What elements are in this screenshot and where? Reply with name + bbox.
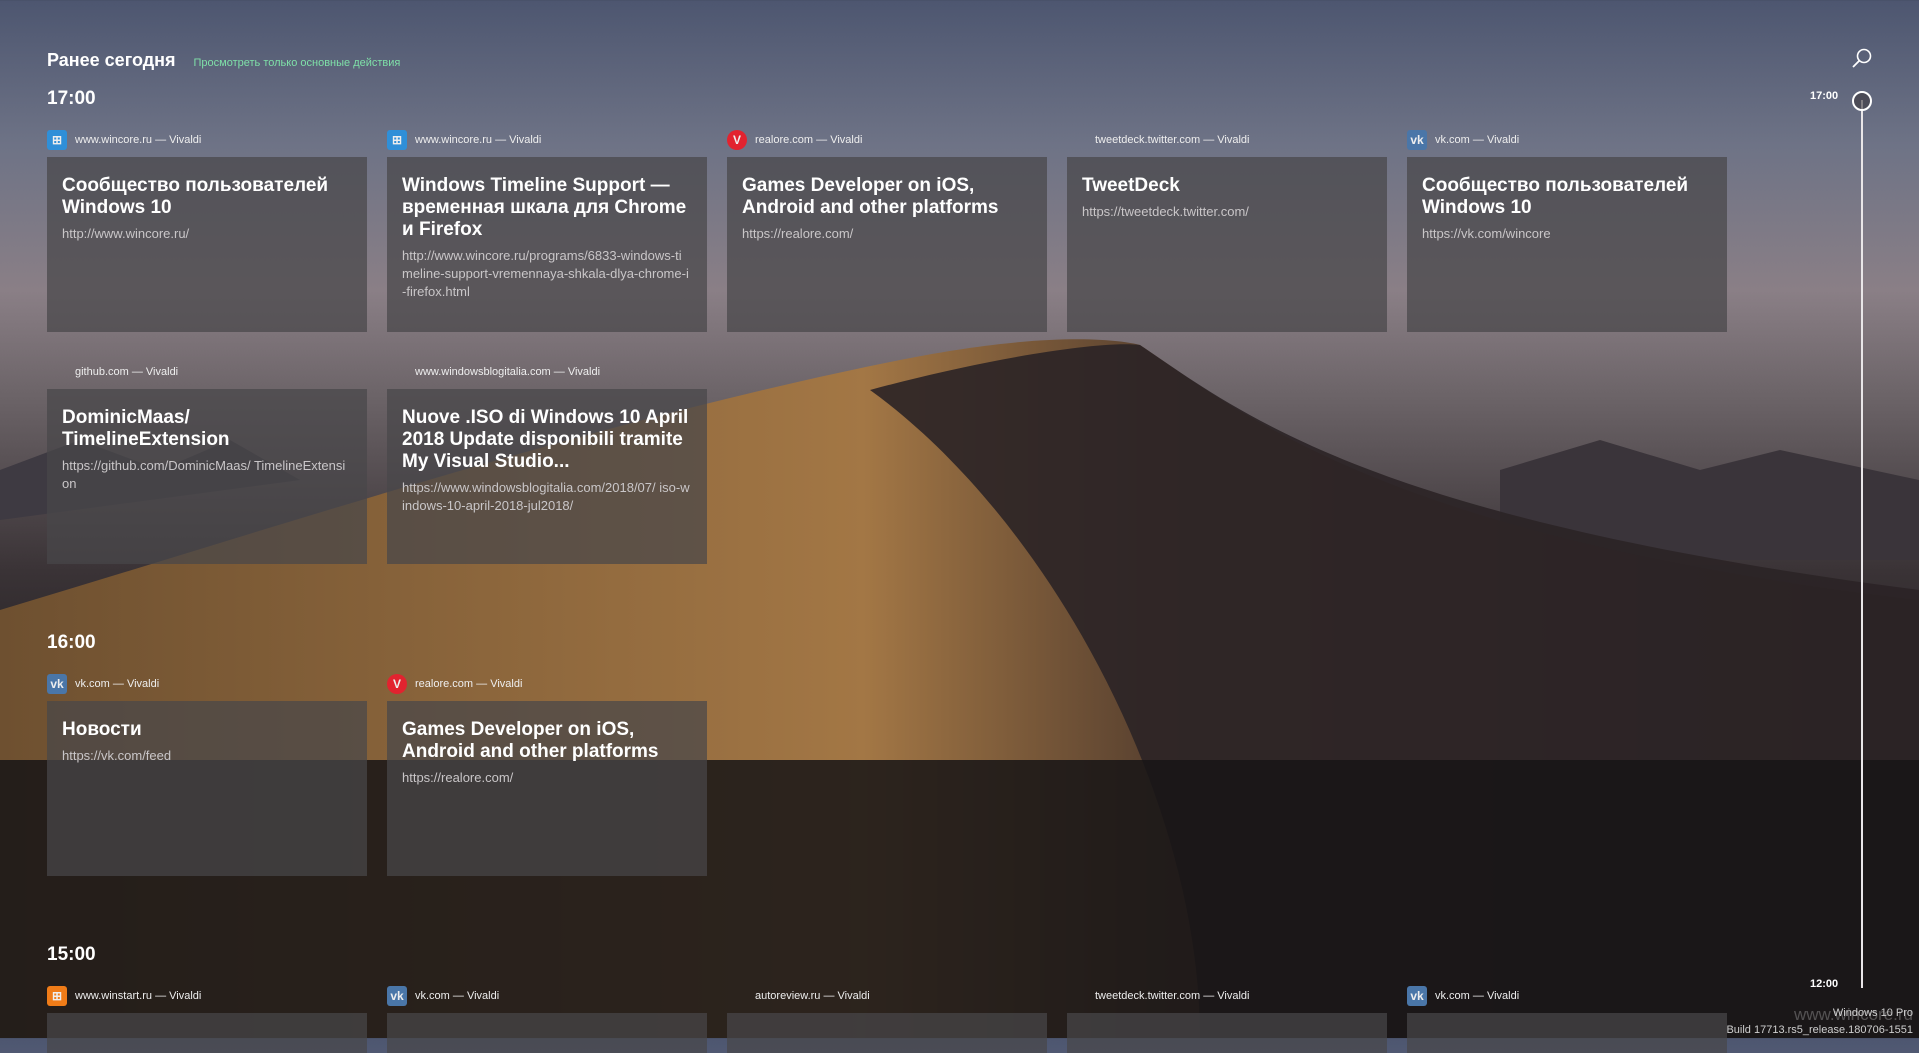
card-source: www.wincore.ru — Vivaldi: [415, 134, 542, 146]
activity-card-9[interactable]: V realore.com — Vivaldi Games Developer …: [387, 672, 707, 876]
vk-icon: vk: [387, 986, 407, 1006]
card-body[interactable]: TweetDeck https://tweetdeck.twitter.com/: [1067, 157, 1387, 332]
blank-icon: [387, 362, 407, 382]
section-time-17: 17:00: [47, 88, 96, 109]
card-body[interactable]: [47, 1013, 367, 1053]
page-title: Ранее сегодня: [47, 50, 176, 70]
activity-card-1[interactable]: ⊞ www.wincore.ru — Vivaldi Сообщество по…: [47, 128, 367, 332]
card-title: Сообщество пользователей Windows 10: [62, 175, 329, 218]
vk-icon: vk: [1407, 986, 1427, 1006]
card-url: https://realore.com/: [742, 226, 854, 241]
activity-card-5[interactable]: vk vk.com — Vivaldi Сообщество пользоват…: [1407, 128, 1727, 332]
card-body[interactable]: Новости https://vk.com/feed: [47, 701, 367, 876]
activity-card-4[interactable]: tweetdeck.twitter.com — Vivaldi TweetDec…: [1067, 128, 1387, 332]
card-source: github.com — Vivaldi: [75, 366, 179, 378]
activity-card-14[interactable]: vk vk.com — Vivaldi: [1407, 984, 1727, 1053]
timeline-knob[interactable]: [1852, 91, 1872, 111]
card-source: tweetdeck.twitter.com — Vivaldi: [1095, 134, 1250, 146]
card-body[interactable]: Windows Timeline Support — временная шка…: [387, 157, 707, 332]
card-source: www.windowsblogitalia.com — Vivaldi: [415, 366, 601, 378]
card-title: Nuove .ISO di Windows 10 April 2018 Upda…: [402, 407, 689, 472]
card-url: https://tweetdeck.twitter.com/: [1082, 204, 1249, 219]
vk-icon: vk: [1407, 130, 1427, 150]
card-body[interactable]: Сообщество пользователей Windows 10 http…: [47, 157, 367, 332]
activity-card-3[interactable]: V realore.com — Vivaldi Games Developer …: [727, 128, 1047, 332]
card-body[interactable]: Games Developer on iOS, Android and othe…: [727, 157, 1047, 332]
timeline-scrollbar[interactable]: [1861, 100, 1863, 988]
activity-card-2[interactable]: ⊞ www.wincore.ru — Vivaldi Windows Timel…: [387, 128, 707, 332]
card-body[interactable]: [727, 1013, 1047, 1053]
card-source: www.winstart.ru — Vivaldi: [75, 990, 202, 1002]
blank-icon: [1067, 130, 1087, 150]
card-url: https://vk.com/feed: [62, 748, 172, 763]
card-url: http://www.wincore.ru/: [62, 226, 190, 241]
activity-card-11[interactable]: vk vk.com — Vivaldi: [387, 984, 707, 1053]
card-url: https://github.com/DominicMaas/ Timeline…: [62, 458, 346, 491]
vivaldi-icon: V: [387, 674, 407, 694]
vivaldi-icon: V: [727, 130, 747, 150]
blank-icon: [727, 986, 747, 1006]
card-source: tweetdeck.twitter.com — Vivaldi: [1095, 990, 1250, 1002]
card-body[interactable]: Games Developer on iOS, Android and othe…: [387, 701, 707, 876]
card-body[interactable]: [387, 1013, 707, 1053]
windows-grid-icon: ⊞: [47, 130, 67, 150]
search-icon[interactable]: [1851, 47, 1873, 69]
card-source: realore.com — Vivaldi: [755, 134, 863, 146]
card-title: Сообщество пользователей Windows 10: [1422, 175, 1689, 218]
card-body[interactable]: [1407, 1013, 1727, 1053]
card-title: Новости: [62, 719, 142, 740]
winstart-icon: ⊞: [47, 986, 67, 1006]
activity-card-10[interactable]: ⊞ www.winstart.ru — Vivaldi: [47, 984, 367, 1053]
card-url: https://www.windowsblogitalia.com/2018/0…: [402, 480, 690, 513]
windows-edition: Windows 10 Pro: [1832, 1007, 1913, 1019]
card-title: TweetDeck: [1082, 175, 1180, 196]
section-time-15: 15:00: [47, 944, 96, 965]
windows-build: Build 17713.rs5_release.180706-1551: [1726, 1024, 1913, 1036]
card-source: autoreview.ru — Vivaldi: [755, 990, 870, 1002]
vk-icon: vk: [47, 674, 67, 694]
blank-icon: [47, 362, 67, 382]
card-title: Games Developer on iOS, Android and othe…: [402, 719, 659, 762]
card-title: Games Developer on iOS, Android and othe…: [742, 175, 999, 218]
card-title: DominicMaas/ TimelineExtension: [62, 407, 230, 450]
card-body[interactable]: [1067, 1013, 1387, 1053]
card-source: realore.com — Vivaldi: [415, 678, 523, 690]
card-source: vk.com — Vivaldi: [75, 678, 160, 690]
activity-card-13[interactable]: tweetdeck.twitter.com — Vivaldi: [1067, 984, 1387, 1053]
card-title: Windows Timeline Support — временная шка…: [402, 175, 687, 240]
show-main-activities-link[interactable]: Просмотреть только основные действия: [194, 57, 401, 69]
card-source: vk.com — Vivaldi: [1435, 134, 1520, 146]
activity-card-12[interactable]: autoreview.ru — Vivaldi: [727, 984, 1047, 1053]
activity-card-7[interactable]: www.windowsblogitalia.com — Vivaldi Nuov…: [387, 360, 707, 564]
card-url: https://realore.com/: [402, 770, 514, 785]
card-body[interactable]: Nuove .ISO di Windows 10 April 2018 Upda…: [387, 389, 707, 564]
blank-icon: [1067, 986, 1087, 1006]
card-source: vk.com — Vivaldi: [1435, 990, 1520, 1002]
card-source: www.wincore.ru — Vivaldi: [75, 134, 202, 146]
timeline-top-label: 17:00: [1810, 90, 1839, 102]
windows-grid-icon: ⊞: [387, 130, 407, 150]
section-time-16: 16:00: [47, 632, 96, 653]
card-body[interactable]: DominicMaas/ TimelineExtension https://g…: [47, 389, 367, 564]
card-url: http://www.wincore.ru/programs/6833-wind…: [402, 248, 689, 299]
card-body[interactable]: Сообщество пользователей Windows 10 http…: [1407, 157, 1727, 332]
card-url: https://vk.com/wincore: [1422, 226, 1551, 241]
timeline-bottom-label: 12:00: [1810, 978, 1839, 990]
activity-card-6[interactable]: github.com — Vivaldi DominicMaas/ Timeli…: [47, 360, 367, 564]
activity-card-8[interactable]: vk vk.com — Vivaldi Новости https://vk.c…: [47, 672, 367, 876]
card-source: vk.com — Vivaldi: [415, 990, 500, 1002]
